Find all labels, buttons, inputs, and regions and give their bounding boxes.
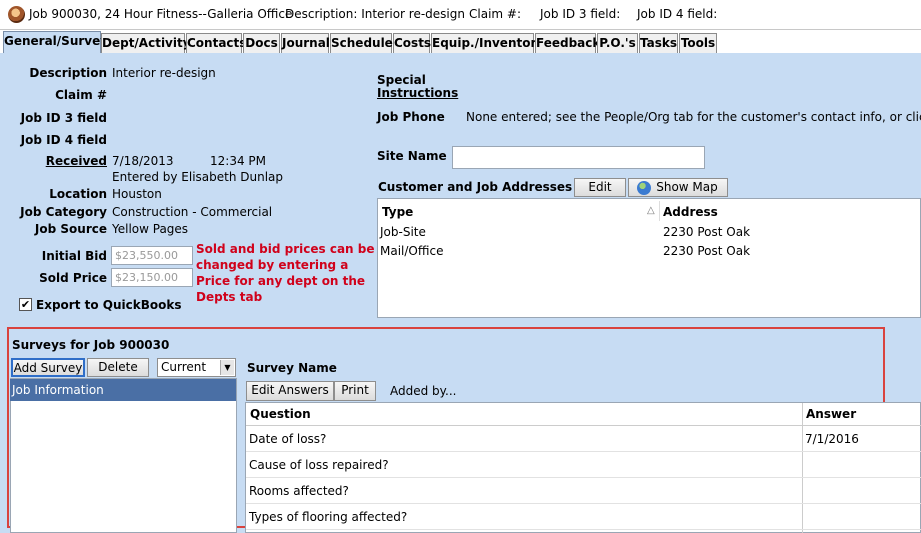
survey-filter-select[interactable]: Current ▼ xyxy=(157,358,236,377)
tab-contacts[interactable]: Contacts xyxy=(186,33,246,54)
title-description: Description: Interior re-design xyxy=(285,7,465,21)
print-button[interactable]: Print xyxy=(334,381,376,401)
column-divider xyxy=(659,201,660,221)
tab-pos[interactable]: P.O.'s xyxy=(597,33,638,54)
splitter[interactable] xyxy=(236,378,237,533)
initial-bid-field[interactable]: $23,550.00 xyxy=(111,246,193,265)
sort-indicator-icon: △ xyxy=(647,205,655,216)
export-quickbooks-checkbox[interactable]: ✔ xyxy=(19,298,32,311)
description-value: Interior re-design xyxy=(112,66,216,80)
added-by-text: Added by... xyxy=(390,384,457,398)
chevron-down-icon[interactable]: ▼ xyxy=(220,360,234,375)
show-map-button[interactable]: Show Map xyxy=(628,178,728,197)
survey-name-label: Survey Name xyxy=(247,361,337,375)
location-label: Location xyxy=(49,187,107,201)
job-phone-value: None entered; see the People/Org tab for… xyxy=(466,110,921,124)
question-cell: Cause of loss repaired? xyxy=(249,458,389,472)
job-source-value: Yellow Pages xyxy=(112,222,189,236)
survey-list xyxy=(10,378,237,533)
special-instructions-label-1: Special xyxy=(377,73,426,87)
title-job-id4: Job ID 4 field: xyxy=(637,7,718,21)
globe-icon xyxy=(637,181,651,195)
table-row[interactable]: Cause of loss repaired? xyxy=(246,452,921,478)
tab-schedule[interactable]: Schedule xyxy=(330,33,393,54)
job-id3-label: Job ID 3 field xyxy=(20,111,107,125)
addresses-label: Customer and Job Addresses xyxy=(378,180,573,194)
col-question[interactable]: Question xyxy=(250,407,311,421)
tab-feedback[interactable]: Feedback xyxy=(535,33,600,54)
answer-cell: 7/1/2016 xyxy=(805,432,859,446)
entered-by: Entered by Elisabeth Dunlap xyxy=(112,170,284,184)
job-phone-label: Job Phone xyxy=(377,110,445,124)
tab-equip-inventory[interactable]: Equip./Inventory xyxy=(431,33,544,54)
table-row[interactable]: Date of loss? 7/1/2016 xyxy=(246,426,921,452)
title-bar: Job 900030, 24 Hour Fitness--Galleria Of… xyxy=(0,0,921,30)
table-header-row: Question Answer xyxy=(246,403,921,426)
received-date: 7/18/2013 xyxy=(112,154,174,168)
tab-docs[interactable]: Docs xyxy=(243,33,280,54)
tab-tools[interactable]: Tools xyxy=(679,33,717,54)
col-answer[interactable]: Answer xyxy=(806,407,856,421)
price-note: Sold and bid prices can be changed by en… xyxy=(196,242,375,304)
sold-price-label: Sold Price xyxy=(39,271,107,285)
title-job: Job 900030, 24 Hour Fitness--Galleria Of… xyxy=(29,7,293,21)
question-cell: Date of loss? xyxy=(249,432,327,446)
job-id4-label: Job ID 4 field xyxy=(20,133,107,147)
location-value: Houston xyxy=(112,187,162,201)
app-logo-icon xyxy=(8,6,25,23)
job-category-value: Construction - Commercial xyxy=(112,205,273,219)
job-category-label: Job Category xyxy=(20,205,107,219)
received-time: 12:34 PM xyxy=(210,154,266,168)
job-source-label: Job Source xyxy=(34,222,107,236)
address-col-address[interactable]: Address xyxy=(663,205,718,219)
sold-price-field[interactable]: $23,150.00 xyxy=(111,268,193,287)
survey-list-item[interactable]: Job Information xyxy=(10,379,236,401)
show-map-label: Show Map xyxy=(656,180,718,194)
question-cell: Rooms affected? xyxy=(249,484,349,498)
address-row-type[interactable]: Job-Site xyxy=(380,225,426,239)
tab-dept-activity[interactable]: Dept/Activity xyxy=(101,33,191,54)
description-label: Description xyxy=(29,66,107,80)
initial-bid-label: Initial Bid xyxy=(41,249,107,263)
edit-answers-button[interactable]: Edit Answers xyxy=(246,381,334,401)
survey-filter-value: Current xyxy=(161,360,207,374)
export-quickbooks-label: Export to QuickBooks xyxy=(36,298,182,312)
addresses-table: Type △ Address Job-Site 2230 Post Oak Ma… xyxy=(377,198,921,318)
question-cell: Types of flooring affected? xyxy=(249,510,408,524)
delete-survey-button[interactable]: Delete xyxy=(87,358,149,377)
tab-journal[interactable]: Journal xyxy=(281,33,330,54)
received-label[interactable]: Received xyxy=(10,154,107,168)
surveys-title: Surveys for Job 900030 xyxy=(12,338,170,352)
address-row-address[interactable]: 2230 Post Oak xyxy=(663,244,750,258)
special-instructions-label-2[interactable]: Instructions xyxy=(377,86,458,100)
address-row-address[interactable]: 2230 Post Oak xyxy=(663,225,750,239)
site-name-label: Site Name xyxy=(377,149,447,163)
survey-answers-table: Question Answer Date of loss? 7/1/2016 C… xyxy=(245,402,921,533)
address-row-type[interactable]: Mail/Office xyxy=(380,244,443,258)
title-claim: Claim #: xyxy=(469,7,522,21)
add-survey-button[interactable]: Add Survey xyxy=(11,358,85,377)
site-name-input[interactable] xyxy=(452,146,705,169)
title-job-id3: Job ID 3 field: xyxy=(540,7,621,21)
tab-tasks[interactable]: Tasks xyxy=(639,33,678,54)
table-row[interactable]: Rooms affected? xyxy=(246,478,921,504)
tab-general-survey[interactable]: General/Survey xyxy=(3,31,108,54)
edit-address-button[interactable]: Edit xyxy=(574,178,626,197)
table-row[interactable]: Types of flooring affected? xyxy=(246,504,921,530)
tab-costs[interactable]: Costs xyxy=(393,33,431,54)
address-col-type[interactable]: Type xyxy=(382,205,413,219)
claim-label: Claim # xyxy=(55,88,107,102)
